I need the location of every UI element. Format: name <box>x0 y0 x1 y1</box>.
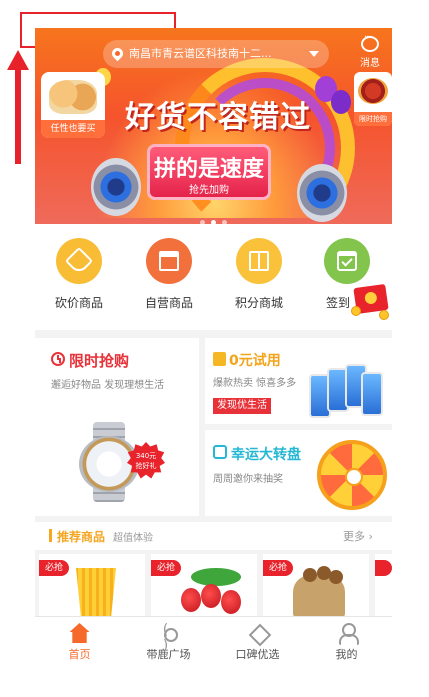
recommend-products: 必抢 必抢 必抢 <box>35 554 392 616</box>
tab-label: 首页 <box>68 648 91 661</box>
category-icon-circle <box>324 238 370 284</box>
product-card[interactable]: 必抢 <box>39 554 145 616</box>
must-grab-ribbon <box>375 560 392 576</box>
tab-plaza[interactable]: 带鹿广场 <box>124 622 213 662</box>
category-label: 砍价商品 <box>54 296 103 310</box>
strawberry-image <box>191 568 241 586</box>
nut <box>303 568 317 582</box>
must-grab-ribbon: 必抢 <box>39 560 69 576</box>
location-selector[interactable]: 南昌市青云谱区科技南十二... <box>103 40 329 68</box>
thumb-tag: 限时抢购 <box>354 112 392 126</box>
messages-label: 消息 <box>360 58 380 69</box>
balloon <box>331 90 351 114</box>
category-icon-circle <box>56 238 102 284</box>
chat-bubble-icon <box>361 32 379 52</box>
flash-sale-subtitle: 邂逅好物品 发现理想生活 <box>51 380 165 391</box>
lucky-wheel-title: 幸运大转盘 <box>231 447 301 463</box>
chevron-down-icon <box>309 51 319 57</box>
category-grid: 砍价商品 自营商品 积分商城 签到 <box>35 224 392 330</box>
coin-icon <box>351 306 361 316</box>
lucky-wheel-card[interactable]: 幸运大转盘 周周邀你来抽奖 <box>205 430 392 516</box>
tab-home[interactable]: 首页 <box>35 623 124 662</box>
calendar-check-icon <box>337 251 357 271</box>
product-card[interactable]: 必抢 <box>151 554 257 616</box>
prize-wheel-icon <box>213 445 227 459</box>
tab-label: 口碑优选 <box>235 648 280 661</box>
category-bargain[interactable]: 砍价商品 <box>39 238 119 311</box>
category-icon-circle <box>236 238 282 284</box>
free-trial-card[interactable]: 0元试用 爆款热卖 惊喜多多 发现优生活 <box>205 338 392 424</box>
product-card-partial[interactable] <box>375 554 392 616</box>
strawberry <box>221 590 241 614</box>
tab-label: 我的 <box>335 648 358 661</box>
trial-icon <box>213 352 226 366</box>
flash-sale-card[interactable]: 限时抢购 邂逅好物品 发现理想生活 340元 抢好礼 <box>35 338 199 516</box>
category-label: 自营商品 <box>144 296 193 310</box>
gift-icon <box>249 251 269 271</box>
board-title: 拼的是速度 <box>153 157 264 182</box>
more-link[interactable]: 更多 › <box>343 528 373 544</box>
section-accent-bar <box>49 529 52 542</box>
bottom-tab-bar: 首页 带鹿广场 口碑优选 我的 <box>35 616 392 668</box>
free-trial-title: 0元试用 <box>229 353 281 369</box>
broadcast-icon <box>157 622 179 654</box>
user-icon <box>337 623 359 645</box>
hero-banner[interactable]: 南昌市青云谱区科技南十二... 消息 任性也要买 限时抢购 好货不容错过 拼的是… <box>35 28 392 224</box>
free-trial-subtitle: 爆款热卖 惊喜多多 <box>213 378 297 389</box>
red-envelope-float[interactable] <box>351 282 391 320</box>
banner-cta-board[interactable]: 拼的是速度 抢先加购 <box>147 144 271 200</box>
recommend-subtitle: 超值体验 <box>113 533 153 544</box>
category-points-mall[interactable]: 积分商城 <box>219 238 299 311</box>
carousel-dots <box>35 210 392 224</box>
phones-image <box>309 362 383 420</box>
banner-thumb-crayfish[interactable]: 限时抢购 <box>354 72 392 126</box>
clock-icon <box>51 352 65 366</box>
home-icon <box>69 623 90 643</box>
tag-icon <box>64 246 94 276</box>
snack-image <box>49 80 97 114</box>
prize-wheel-image <box>317 440 387 510</box>
thumb-tag: 任性也要买 <box>41 120 105 138</box>
flash-sale-title: 限时抢购 <box>69 352 130 370</box>
banner-thumb-snack[interactable]: 任性也要买 <box>41 72 105 138</box>
tab-mine[interactable]: 我的 <box>302 623 391 662</box>
strawberry <box>201 584 221 608</box>
tab-reputation[interactable]: 口碑优选 <box>213 623 302 662</box>
location-pin-icon <box>109 45 126 62</box>
more-label: 更多 <box>343 530 365 543</box>
board-subtitle: 抢先加购 <box>189 185 229 196</box>
recommend-header: 推荐商品 超值体验 更多 › <box>35 522 392 550</box>
category-self-run[interactable]: 自营商品 <box>129 238 209 311</box>
speaker-illustration <box>91 158 141 216</box>
banner-slogan: 好货不容错过 <box>125 100 311 135</box>
lucky-wheel-subtitle: 周周邀你来抽奖 <box>213 474 283 485</box>
location-text: 南昌市青云谱区科技南十二... <box>129 47 272 60</box>
nut <box>329 570 343 584</box>
must-grab-ribbon: 必抢 <box>263 560 293 576</box>
diamond-icon <box>248 623 268 643</box>
store-icon <box>159 251 179 271</box>
must-grab-ribbon: 必抢 <box>151 560 181 576</box>
app-screen: 南昌市青云谱区科技南十二... 消息 任性也要买 限时抢购 好货不容错过 拼的是… <box>35 28 392 668</box>
badge-line: 抢好礼 <box>135 462 157 470</box>
annotation-arrow <box>7 50 29 164</box>
crayfish-image <box>358 78 388 104</box>
fries-image <box>76 568 116 616</box>
messages-button[interactable]: 消息 <box>353 32 387 72</box>
free-trial-badge: 发现优生活 <box>213 398 271 414</box>
category-icon-circle <box>146 238 192 284</box>
strawberry <box>181 588 201 612</box>
badge-line: 340元 <box>135 452 157 460</box>
category-label: 积分商城 <box>234 296 283 310</box>
coin-icon <box>379 310 389 320</box>
product-card[interactable]: 必抢 <box>263 554 369 616</box>
recommend-title: 推荐商品 <box>57 530 106 544</box>
